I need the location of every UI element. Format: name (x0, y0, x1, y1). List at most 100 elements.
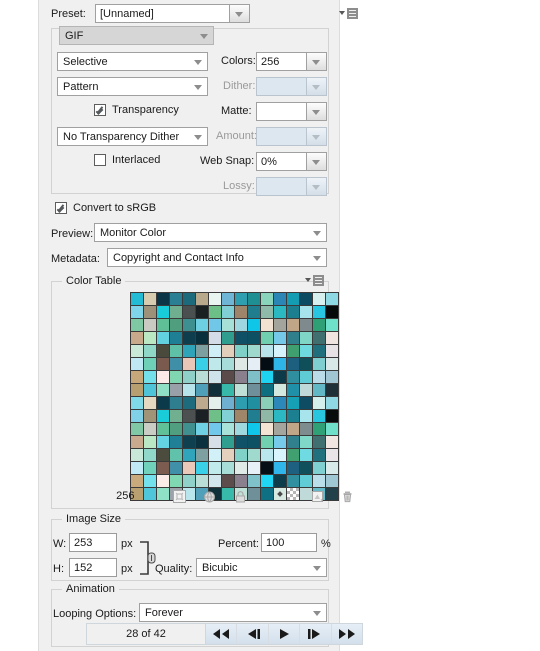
color-swatch[interactable] (222, 358, 234, 370)
snap-to-web-icon[interactable] (164, 489, 195, 503)
color-swatch[interactable] (261, 319, 273, 331)
color-swatch[interactable] (131, 293, 143, 305)
color-swatch[interactable] (313, 358, 325, 370)
file-format-dropdown[interactable]: GIF (59, 26, 214, 45)
color-swatch[interactable] (235, 410, 247, 422)
color-swatch[interactable] (326, 319, 338, 331)
color-swatch[interactable] (261, 462, 273, 474)
color-swatch[interactable] (326, 397, 338, 409)
color-swatch[interactable] (261, 293, 273, 305)
color-swatch[interactable] (222, 293, 234, 305)
color-swatch[interactable] (131, 306, 143, 318)
color-swatch[interactable] (170, 397, 182, 409)
color-swatch[interactable] (157, 319, 169, 331)
color-swatch[interactable] (196, 449, 208, 461)
color-swatch[interactable] (287, 358, 299, 370)
looping-options-dropdown[interactable]: Forever (139, 603, 327, 622)
color-swatch[interactable] (144, 423, 156, 435)
color-swatch[interactable] (287, 436, 299, 448)
color-swatch[interactable] (326, 384, 338, 396)
color-swatch[interactable] (209, 306, 221, 318)
colors-dropdown[interactable]: 256 (256, 52, 327, 71)
color-swatch[interactable] (326, 449, 338, 461)
color-swatch[interactable] (170, 462, 182, 474)
color-swatch[interactable] (287, 345, 299, 357)
color-swatch[interactable] (287, 293, 299, 305)
color-swatch[interactable] (274, 423, 286, 435)
color-swatch[interactable] (326, 410, 338, 422)
color-swatch[interactable] (248, 462, 260, 474)
color-swatch[interactable] (274, 293, 286, 305)
color-swatch[interactable] (183, 319, 195, 331)
color-swatch[interactable] (326, 462, 338, 474)
chevron-down-icon[interactable] (306, 103, 326, 120)
color-swatch[interactable] (300, 462, 312, 474)
color-swatch[interactable] (131, 462, 143, 474)
color-swatch[interactable] (300, 371, 312, 383)
color-swatch[interactable] (157, 384, 169, 396)
color-swatch[interactable] (326, 345, 338, 357)
color-swatch[interactable] (209, 293, 221, 305)
color-swatch[interactable] (170, 371, 182, 383)
color-swatch[interactable] (274, 319, 286, 331)
color-swatch[interactable] (248, 384, 260, 396)
color-swatch[interactable] (313, 319, 325, 331)
color-swatch[interactable] (209, 449, 221, 461)
color-swatch[interactable] (300, 449, 312, 461)
color-swatch[interactable] (326, 358, 338, 370)
chevron-down-icon[interactable] (306, 53, 326, 70)
color-swatch[interactable] (131, 345, 143, 357)
preset-panel-menu-icon[interactable] (339, 8, 358, 19)
color-swatch[interactable] (209, 345, 221, 357)
color-swatch[interactable] (196, 423, 208, 435)
color-swatch[interactable] (300, 384, 312, 396)
preview-dropdown[interactable]: Monitor Color (94, 223, 327, 242)
color-swatch[interactable] (157, 293, 169, 305)
color-swatch[interactable] (222, 384, 234, 396)
color-swatch[interactable] (261, 423, 273, 435)
color-swatch[interactable] (144, 319, 156, 331)
color-swatch[interactable] (287, 397, 299, 409)
color-swatch[interactable] (196, 410, 208, 422)
color-swatch[interactable] (209, 358, 221, 370)
color-swatch[interactable] (261, 358, 273, 370)
color-swatch[interactable] (209, 423, 221, 435)
color-reduction-dropdown[interactable]: Selective (57, 52, 208, 71)
lock-color-icon[interactable] (225, 490, 256, 503)
color-swatch[interactable] (183, 358, 195, 370)
color-swatch[interactable] (209, 410, 221, 422)
color-swatch[interactable] (235, 293, 247, 305)
color-swatch[interactable] (248, 332, 260, 344)
color-swatch[interactable] (313, 306, 325, 318)
color-swatch[interactable] (287, 423, 299, 435)
color-swatch[interactable] (196, 332, 208, 344)
color-swatch[interactable] (274, 358, 286, 370)
color-swatch[interactable] (196, 462, 208, 474)
color-swatch[interactable] (131, 449, 143, 461)
color-swatch[interactable] (131, 358, 143, 370)
color-swatch[interactable] (222, 410, 234, 422)
color-swatch[interactable] (144, 449, 156, 461)
previous-frame-button[interactable] (237, 624, 269, 644)
color-swatch[interactable] (313, 410, 325, 422)
color-swatch[interactable] (183, 384, 195, 396)
color-swatch[interactable] (235, 306, 247, 318)
next-frame-button[interactable] (300, 624, 332, 644)
color-swatch[interactable] (235, 384, 247, 396)
transparency-checkbox-row[interactable]: Transparency (94, 103, 179, 117)
color-swatch[interactable] (300, 345, 312, 357)
color-swatch[interactable] (131, 371, 143, 383)
color-swatch[interactable] (196, 319, 208, 331)
convert-srgb-row[interactable]: Convert to sRGB (55, 201, 156, 215)
color-swatch[interactable] (235, 319, 247, 331)
color-swatch[interactable] (248, 436, 260, 448)
color-swatch[interactable] (274, 410, 286, 422)
chevron-down-icon[interactable] (306, 153, 326, 170)
color-swatch[interactable] (183, 436, 195, 448)
color-swatch[interactable] (183, 332, 195, 344)
color-swatch[interactable] (170, 410, 182, 422)
quality-dropdown[interactable]: Bicubic (196, 558, 327, 577)
color-swatch[interactable] (287, 371, 299, 383)
color-swatch[interactable] (261, 436, 273, 448)
color-swatch[interactable] (157, 410, 169, 422)
